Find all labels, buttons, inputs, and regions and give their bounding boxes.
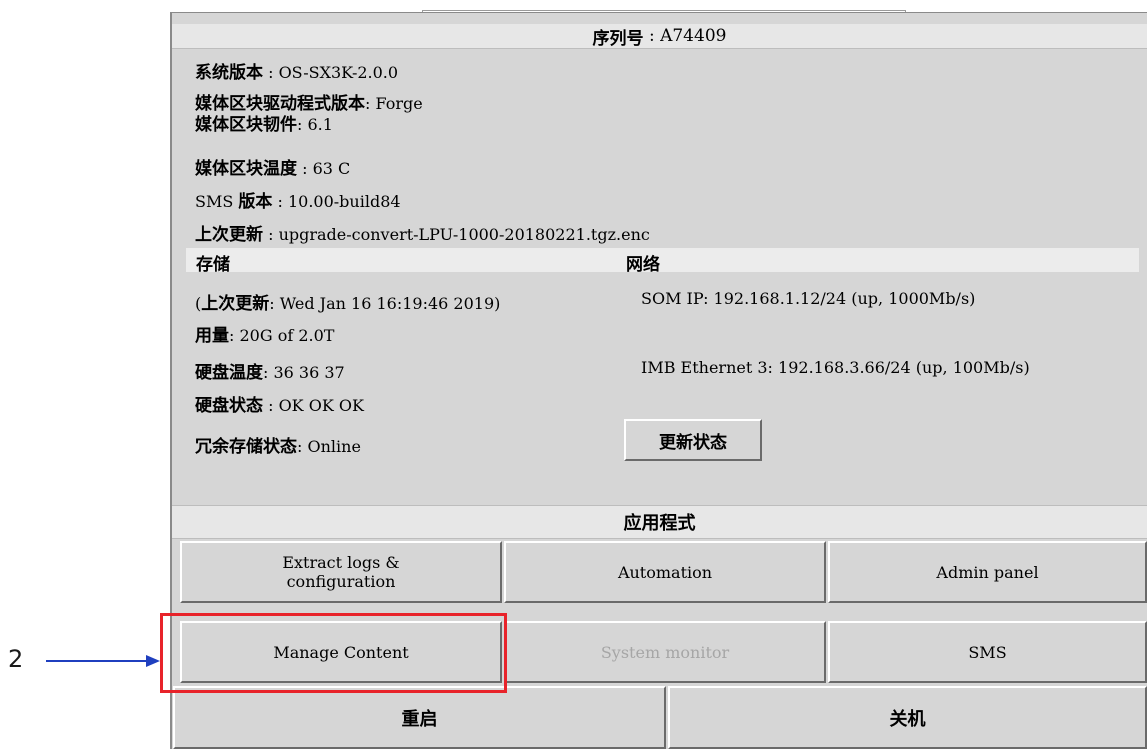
admin-panel-button[interactable]: Admin panel: [828, 541, 1147, 603]
sms-button[interactable]: SMS: [828, 621, 1147, 683]
disk-status-value: : OK OK OK: [263, 396, 364, 415]
imb-ethernet: IMB Ethernet 3: 192.168.3.66/24 (up, 100…: [641, 358, 1030, 377]
media-firmware-value: 6.1: [307, 115, 333, 134]
extract-logs-label-line2: configuration: [286, 572, 396, 591]
redundancy-label: 冗余存储状态: [195, 437, 297, 457]
applications-header: 应用程式: [172, 505, 1147, 539]
media-firmware-label: 媒体区块韧件: [195, 115, 297, 135]
extract-logs-label-line1: Extract logs &: [282, 553, 400, 572]
system-version-value: OS-SX3K-2.0.0: [278, 63, 399, 82]
media-driver-version-value: Forge: [375, 94, 423, 113]
manage-content-button[interactable]: Manage Content: [180, 621, 502, 683]
sms-version-line: SMS 版本 : 10.00-build84: [195, 187, 401, 212]
shutdown-button[interactable]: 关机: [668, 686, 1147, 749]
serial-value: A74409: [660, 26, 727, 46]
usage-label: 用量: [195, 326, 229, 346]
extract-logs-label: Extract logs & configuration: [282, 553, 399, 591]
separator: :: [263, 63, 279, 82]
storage-last-update-value: : Wed Jan 16 16:19:46 2019): [269, 294, 501, 313]
storage-usage: 用量: 20G of 2.0T: [195, 321, 334, 346]
som-ip: SOM IP: 192.168.1.12/24 (up, 1000Mb/s): [641, 289, 976, 308]
system-version-label: 系统版本: [195, 63, 263, 83]
serial-header: 序列号 : A74409: [172, 24, 1147, 49]
disk-temperature-label: 硬盘温度: [195, 363, 263, 383]
sms-version-label: 版本: [238, 192, 273, 212]
disk-temperature: 硬盘温度: 36 36 37: [195, 358, 345, 383]
last-update-line: 上次更新 : upgrade-convert-LPU-1000-20180221…: [195, 220, 650, 245]
disk-status: 硬盘状态 : OK OK OK: [195, 391, 364, 416]
disk-temperature-value: : 36 36 37: [263, 363, 345, 382]
storage-title: 存储: [196, 255, 230, 275]
restart-button[interactable]: 重启: [173, 686, 666, 749]
separator: :: [297, 115, 308, 134]
storage-last-update: (上次更新: Wed Jan 16 16:19:46 2019): [195, 289, 500, 314]
storage-network-header: 存储 网络: [186, 248, 1139, 275]
media-temperature-line: 媒体区块温度 : 63 C: [195, 154, 350, 179]
network-title: 网络: [626, 255, 660, 275]
media-temperature-label: 媒体区块温度: [195, 159, 297, 179]
storage-last-update-label: 上次更新: [201, 294, 270, 314]
last-update-value: upgrade-convert-LPU-1000-20180221.tgz.en…: [278, 225, 650, 244]
media-firmware-line: 媒体区块韧件: 6.1: [195, 110, 333, 135]
disk-status-label: 硬盘状态: [195, 396, 263, 416]
media-temperature-value: 63 C: [312, 159, 351, 178]
redundancy-value: : Online: [297, 437, 361, 456]
automation-button[interactable]: Automation: [504, 541, 826, 603]
separator: :: [263, 225, 279, 244]
system-monitor-button: System monitor: [504, 621, 826, 683]
extract-logs-button[interactable]: Extract logs & configuration: [180, 541, 502, 603]
callout-arrow-icon: [46, 655, 160, 667]
redundancy-status: 冗余存储状态: Online: [195, 432, 361, 457]
usage-value: : 20G of 2.0T: [229, 326, 335, 345]
serial-separator: :: [643, 26, 661, 46]
separator: :: [365, 94, 376, 113]
sms-version-value: 10.00-build84: [287, 192, 401, 211]
separator: :: [297, 159, 313, 178]
sms-version-prefix: SMS: [195, 192, 239, 211]
serial-label: 序列号: [592, 28, 644, 49]
separator: :: [272, 192, 288, 211]
last-update-label: 上次更新: [195, 225, 263, 245]
system-version-line: 系统版本 : OS-SX3K-2.0.0: [195, 58, 398, 83]
refresh-status-button[interactable]: 更新状态: [624, 419, 762, 461]
callout-number: 2: [8, 645, 24, 673]
